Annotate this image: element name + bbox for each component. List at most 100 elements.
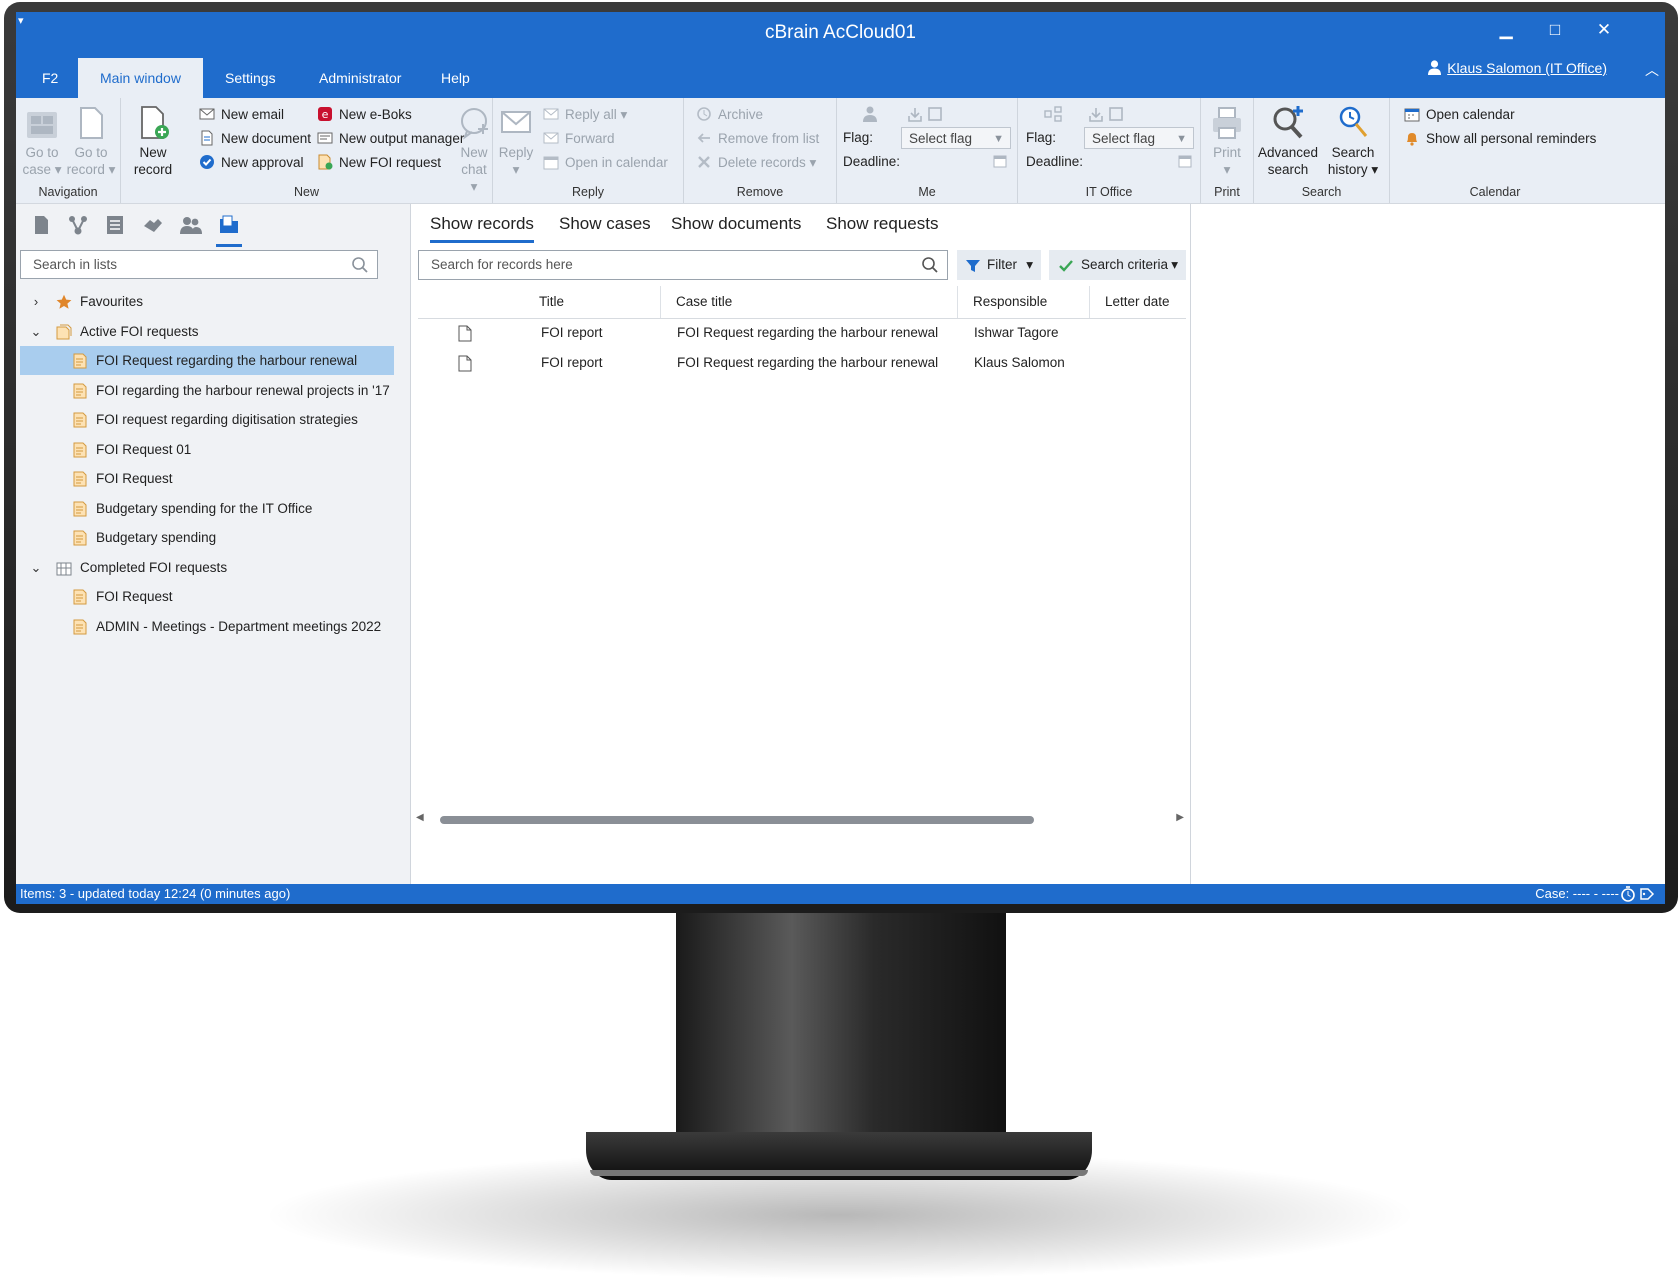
tree-item-label: Budgetary spending for the IT Office	[96, 500, 313, 516]
search-icon[interactable]	[351, 256, 369, 274]
tree-item[interactable]: FOI request regarding digitisation strat…	[20, 405, 394, 434]
records-search-input[interactable]: Search for records here	[418, 250, 948, 280]
search-icon[interactable]	[921, 256, 939, 274]
tab-show-cases[interactable]: Show cases	[559, 214, 651, 240]
checkmark-icon	[1059, 260, 1073, 272]
case-tree-icon[interactable]	[67, 214, 89, 236]
remove-from-list-button[interactable]: Remove from list	[696, 130, 819, 146]
new-document-button[interactable]: New document	[199, 130, 311, 146]
tree-group[interactable]: ⌄ Active FOI requests	[20, 317, 394, 346]
tree-item[interactable]: Budgetary spending for the IT Office	[20, 494, 394, 523]
tab-settings[interactable]: Settings	[203, 58, 298, 98]
chevron-down-icon: ▾	[1026, 257, 1033, 272]
delete-records-button[interactable]: Delete records ▾	[696, 154, 816, 171]
go-to-record-button[interactable]: Go to record ▾	[66, 104, 116, 178]
me-flag-value: Select flag	[909, 131, 973, 146]
advanced-search-button[interactable]: Advanced search	[1256, 104, 1320, 178]
tree-item[interactable]: FOI Request	[20, 464, 394, 493]
email-icon	[199, 108, 215, 120]
new-record-button[interactable]: New record	[131, 104, 175, 178]
calendar-icon	[543, 156, 559, 170]
tree-item[interactable]: FOI Request regarding the harbour renewa…	[20, 346, 394, 375]
tab-main-window[interactable]: Main window	[78, 58, 203, 98]
open-in-calendar-button[interactable]: Open in calendar	[543, 154, 668, 170]
new-foi-request-button[interactable]: New FOI request	[317, 154, 441, 170]
group-label-remove: Remove	[736, 185, 784, 199]
close-button[interactable]: ✕	[1589, 20, 1619, 40]
tab-help[interactable]: Help	[419, 58, 492, 98]
table-row[interactable]: FOI report FOI Request regarding the harb…	[418, 348, 1186, 378]
scroll-right-icon[interactable]: ▶	[1176, 812, 1184, 823]
ribbon-group-navigation: Go to case ▾ Go to record ▾ Navigation	[16, 98, 121, 203]
minimize-button[interactable]: ▁	[1491, 20, 1521, 40]
tree-item[interactable]: FOI regarding the harbour renewal projec…	[20, 376, 394, 405]
handshake-icon[interactable]	[142, 214, 164, 236]
tree-item[interactable]: FOI Request 01	[20, 435, 394, 464]
search-history-button[interactable]: Search history ▾	[1322, 104, 1384, 178]
column-header-case-title[interactable]: Case title	[660, 286, 957, 318]
new-email-button[interactable]: New email	[199, 106, 284, 122]
ribbon-group-me: Flag: Select flag ▼ Deadline: Me	[837, 98, 1018, 203]
go-to-case-button[interactable]: Go to case ▾	[22, 104, 62, 178]
chevron-down-icon[interactable]: ⌄	[30, 317, 42, 346]
user-account-link[interactable]: Klaus Salomon (IT Office)	[1428, 60, 1607, 76]
flag-tools-icon	[1089, 107, 1123, 122]
archive-button[interactable]: Archive	[696, 106, 763, 122]
new-approval-button[interactable]: New approval	[199, 154, 304, 170]
horizontal-scrollbar[interactable]: ◀ ▶	[416, 812, 1184, 826]
chevron-right-icon[interactable]: ›	[30, 287, 42, 316]
scrollbar-thumb[interactable]	[440, 816, 1034, 824]
tab-administrator[interactable]: Administrator	[297, 58, 423, 98]
table-row[interactable]: FOI report FOI Request regarding the harb…	[418, 318, 1186, 348]
me-deadline-calendar-icon[interactable]	[993, 154, 1007, 168]
people-icon[interactable]	[180, 214, 202, 236]
show-reminders-button[interactable]: Show all personal reminders	[1404, 130, 1596, 146]
new-output-manager-button[interactable]: New output manager	[317, 130, 464, 146]
document-icon[interactable]	[30, 214, 52, 236]
print-button[interactable]: Print ▾	[1209, 104, 1245, 178]
me-deadline-label: Deadline:	[843, 154, 901, 169]
it-office-flag-select[interactable]: Select flag ▼	[1084, 127, 1194, 149]
scroll-left-icon[interactable]: ◀	[416, 812, 424, 823]
tree-group[interactable]: ⌄ Completed FOI requests	[20, 553, 394, 582]
filter-button[interactable]: Filter ▾	[957, 250, 1041, 280]
tab-show-documents[interactable]: Show documents	[671, 214, 801, 240]
tree-group[interactable]: › Favourites	[20, 287, 394, 316]
status-case-text: Case: ---- - ----	[1535, 886, 1619, 901]
new-approval-label: New approval	[221, 155, 304, 170]
tab-show-records[interactable]: Show records	[430, 214, 534, 243]
lists-search-input[interactable]: Search in lists	[20, 250, 378, 279]
new-record-label-2: record	[133, 162, 173, 177]
timer-tag-icon[interactable]	[1621, 886, 1655, 902]
chevron-down-icon[interactable]: ⌄	[30, 553, 42, 582]
tab-show-requests[interactable]: Show requests	[826, 214, 938, 240]
tree-item[interactable]: ADMIN - Meetings - Department meetings 2…	[20, 612, 394, 641]
new-eboks-button[interactable]: e New e-Boks	[317, 106, 412, 122]
open-calendar-button[interactable]: Open calendar	[1404, 106, 1515, 122]
it-office-deadline-calendar-icon[interactable]	[1178, 154, 1192, 168]
folder-icon[interactable]	[218, 214, 240, 236]
group-label-it-office: IT Office	[1085, 185, 1133, 199]
collapse-ribbon-icon[interactable]: ︿	[1645, 60, 1659, 80]
reply-button[interactable]: Reply ▾	[497, 104, 535, 178]
new-chat-button[interactable]: New chat ▾	[457, 104, 491, 195]
column-header-responsible[interactable]: Responsible	[957, 286, 1089, 318]
maximize-button[interactable]: □	[1540, 20, 1570, 40]
search-criteria-button[interactable]: Search criteria ▾	[1049, 250, 1186, 280]
column-header-letter-date[interactable]: Letter date	[1089, 286, 1186, 318]
me-flag-select[interactable]: Select flag ▼	[901, 127, 1011, 149]
cell-responsible: Klaus Salomon	[974, 355, 1065, 370]
ribbon-group-calendar: Open calendar Show all personal reminder…	[1390, 98, 1600, 203]
go-to-record-label-1: Go to	[74, 145, 108, 160]
forward-button[interactable]: Forward	[543, 130, 615, 146]
reply-all-button[interactable]: Reply all ▾	[543, 106, 627, 123]
column-header-title[interactable]: Title	[524, 286, 660, 318]
tree-item-label: FOI Request regarding the harbour renewa…	[96, 353, 358, 368]
list-icon[interactable]	[104, 214, 126, 236]
status-items-text: Items: 3 - updated today 12:24 (0 minute…	[20, 886, 291, 901]
tab-f2[interactable]: F2	[20, 58, 80, 98]
ribbon-group-it-office: Flag: Select flag ▼ Deadline: IT Office	[1018, 98, 1201, 203]
document-icon	[201, 130, 213, 146]
tree-item[interactable]: Budgetary spending	[20, 523, 394, 552]
tree-item[interactable]: FOI Request	[20, 582, 394, 611]
